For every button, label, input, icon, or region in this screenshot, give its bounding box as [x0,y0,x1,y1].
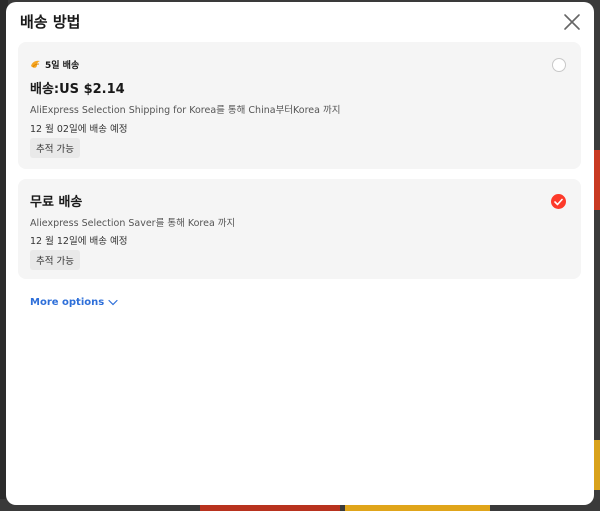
shipping-option-free[interactable]: 무료 배송 Aliexpress Selection Saver를 통해 Kor… [18,179,581,279]
option-radio-selected[interactable] [551,194,566,209]
delivery-badge: 5일 배송 [30,58,79,71]
shipping-route: AliExpress Selection Shipping for Korea를… [30,105,341,116]
option-radio-unselected[interactable] [552,58,566,72]
delivery-badge-label: 5일 배송 [45,61,80,71]
modal-title: 배송 방법 [20,13,81,31]
estimated-delivery: 12 월 12일에 배송 예정 [30,236,128,247]
checkmark-icon [554,198,563,205]
shipping-method-modal: 배송 방법 5일 배송 배송:US $2.14 AliExpress Selec… [6,2,594,505]
more-options-label: More options [30,297,105,308]
shipping-price: 배송:US $2.14 [30,82,125,97]
shipping-option-5day[interactable]: 5일 배송 배송:US $2.14 AliExpress Selection S… [18,42,581,169]
estimated-delivery: 12 월 02일에 배송 예정 [30,124,128,135]
chevron-down-icon [108,299,118,306]
option-title: 무료 배송 [30,195,83,210]
more-options-link[interactable]: More options [30,297,118,308]
shipping-route: Aliexpress Selection Saver를 통해 Korea 까지 [30,218,236,229]
tracking-tag: 추적 가능 [30,138,80,158]
close-icon [564,14,580,30]
close-button[interactable] [562,12,582,32]
fast-delivery-icon [31,60,40,68]
tracking-tag: 추적 가능 [30,250,80,270]
